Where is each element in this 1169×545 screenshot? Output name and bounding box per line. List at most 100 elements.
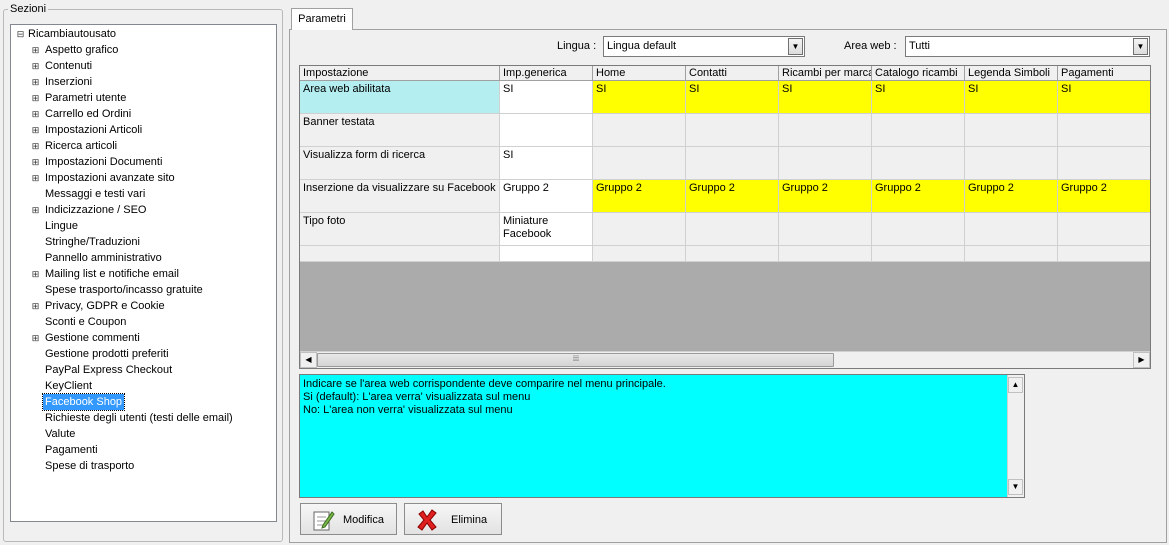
area-web-select[interactable]: Tutti ▼ xyxy=(905,36,1150,57)
table-cell[interactable] xyxy=(686,213,779,246)
tree-item[interactable]: Pannello amministrativo xyxy=(11,250,276,266)
table-cell[interactable] xyxy=(965,147,1058,180)
column-header[interactable]: Imp.generica xyxy=(500,66,593,81)
table-cell[interactable] xyxy=(593,114,686,147)
table-cell[interactable]: Gruppo 2 xyxy=(500,180,593,213)
row-header-cell[interactable]: Tipo foto xyxy=(300,213,500,246)
sections-tree[interactable]: ⊟ Ricambiautousato ⊞ Aspetto grafico ⊞ Cont… xyxy=(10,24,277,522)
table-cell[interactable]: SI xyxy=(779,81,872,114)
scroll-left-icon[interactable]: ◀ xyxy=(300,352,317,368)
elimina-button[interactable]: Elimina xyxy=(404,503,502,535)
table-cell[interactable]: SI xyxy=(500,81,593,114)
tree-item[interactable]: ⊞ Indicizzazione / SEO xyxy=(11,202,276,218)
row-header-cell[interactable]: Visualizza form di ricerca xyxy=(300,147,500,180)
table-cell[interactable] xyxy=(593,147,686,180)
tree-item[interactable]: Pagamenti xyxy=(11,442,276,458)
expand-icon[interactable]: ⊞ xyxy=(31,174,40,183)
tree-item[interactable]: KeyClient xyxy=(11,378,276,394)
tree-item[interactable]: Sconti e Coupon xyxy=(11,314,276,330)
tree-item[interactable]: Spese di trasporto xyxy=(11,458,276,474)
expand-icon[interactable]: ⊞ xyxy=(31,126,40,135)
tree-item[interactable]: Messaggi e testi vari xyxy=(11,186,276,202)
table-cell[interactable] xyxy=(965,114,1058,147)
tree-item[interactable]: Stringhe/Traduzioni xyxy=(11,234,276,250)
tree-item[interactable]: ⊞ Ricerca articoli xyxy=(11,138,276,154)
row-header-cell[interactable]: Area web abilitata xyxy=(300,81,500,114)
scrollbar-thumb[interactable]: ⁞⁞⁞⁞⁞⁞ xyxy=(317,353,834,367)
table-cell[interactable]: SI xyxy=(872,81,965,114)
table-cell[interactable] xyxy=(965,213,1058,246)
tree-item[interactable]: ⊞ Inserzioni xyxy=(11,74,276,90)
expand-icon[interactable]: ⊞ xyxy=(31,78,40,87)
scroll-right-icon[interactable]: ▶ xyxy=(1133,352,1150,368)
expand-icon[interactable]: ⊞ xyxy=(31,62,40,71)
table-cell[interactable]: Miniature Facebook xyxy=(500,213,593,246)
tree-item[interactable]: Facebook Shop xyxy=(11,393,276,411)
tree-item[interactable]: ⊞ Impostazioni avanzate sito xyxy=(11,170,276,186)
tree-item[interactable]: ⊞ Privacy, GDPR e Cookie xyxy=(11,298,276,314)
tree-item[interactable]: Valute xyxy=(11,426,276,442)
table-cell[interactable] xyxy=(500,114,593,147)
tab-parametri[interactable]: Parametri xyxy=(291,8,353,30)
tree-item[interactable]: ⊞ Parametri utente xyxy=(11,90,276,106)
lingua-select[interactable]: Lingua default ▼ xyxy=(603,36,805,57)
table-cell[interactable] xyxy=(1058,147,1150,180)
parameters-grid[interactable]: ◀ ⁞⁞⁞⁞⁞⁞ ▶ Impostazione Imp.generica Home C… xyxy=(299,65,1151,369)
horizontal-scrollbar[interactable]: ◀ ⁞⁞⁞⁞⁞⁞ ▶ xyxy=(300,351,1150,368)
column-header[interactable]: Catalogo ricambi xyxy=(872,66,965,81)
tree-item[interactable]: Gestione prodotti preferiti xyxy=(11,346,276,362)
table-cell[interactable]: Gruppo 2 xyxy=(686,180,779,213)
expand-icon[interactable]: ⊞ xyxy=(31,46,40,55)
expand-icon[interactable]: ⊞ xyxy=(31,110,40,119)
table-cell[interactable] xyxy=(686,147,779,180)
table-cell[interactable] xyxy=(779,213,872,246)
tree-item[interactable]: ⊞ Impostazioni Documenti xyxy=(11,154,276,170)
table-cell[interactable] xyxy=(593,213,686,246)
tree-item[interactable]: ⊞ Carrello ed Ordini xyxy=(11,106,276,122)
scroll-up-icon[interactable]: ▲ xyxy=(1008,377,1023,393)
column-header[interactable]: Contatti xyxy=(686,66,779,81)
expand-icon[interactable]: ⊞ xyxy=(31,142,40,151)
table-cell[interactable]: Gruppo 2 xyxy=(1058,180,1150,213)
tree-item[interactable]: PayPal Express Checkout xyxy=(11,362,276,378)
table-cell[interactable] xyxy=(1058,213,1150,246)
table-cell[interactable] xyxy=(872,246,965,262)
tree-root[interactable]: ⊟ Ricambiautousato xyxy=(11,26,276,42)
table-cell[interactable] xyxy=(779,246,872,262)
expand-icon[interactable]: ⊞ xyxy=(31,334,40,343)
chevron-down-icon[interactable]: ▼ xyxy=(788,38,803,55)
table-cell[interactable] xyxy=(1058,114,1150,147)
table-cell[interactable]: Gruppo 2 xyxy=(872,180,965,213)
collapse-icon[interactable]: ⊟ xyxy=(16,30,25,39)
table-cell[interactable]: Gruppo 2 xyxy=(779,180,872,213)
table-cell[interactable] xyxy=(779,114,872,147)
chevron-down-icon[interactable]: ▼ xyxy=(1133,38,1148,55)
description-box[interactable]: Indicare se l'area web corrispondente de… xyxy=(299,374,1025,498)
expand-icon[interactable]: ⊞ xyxy=(31,158,40,167)
expand-icon[interactable]: ⊞ xyxy=(31,206,40,215)
expand-icon[interactable]: ⊞ xyxy=(31,270,40,279)
vertical-scrollbar[interactable]: ▲ ▼ xyxy=(1007,375,1024,497)
table-cell[interactable] xyxy=(872,147,965,180)
table-cell[interactable]: SI xyxy=(965,81,1058,114)
row-header-cell[interactable] xyxy=(300,246,500,262)
table-cell[interactable]: SI xyxy=(593,81,686,114)
expand-icon[interactable]: ⊞ xyxy=(31,302,40,311)
table-cell[interactable] xyxy=(686,246,779,262)
table-cell[interactable] xyxy=(500,246,593,262)
tree-item[interactable]: Lingue xyxy=(11,218,276,234)
table-cell[interactable]: Gruppo 2 xyxy=(593,180,686,213)
table-cell[interactable] xyxy=(779,147,872,180)
tree-item[interactable]: ⊞ Contenuti xyxy=(11,58,276,74)
row-header-cell[interactable]: Inserzione da visualizzare su Facebook xyxy=(300,180,500,213)
tree-item[interactable]: ⊞ Mailing list e notifiche email xyxy=(11,266,276,282)
table-cell[interactable] xyxy=(686,114,779,147)
column-header[interactable]: Pagamenti xyxy=(1058,66,1150,81)
tree-item[interactable]: Spese trasporto/incasso gratuite xyxy=(11,282,276,298)
tree-item[interactable]: ⊞ Impostazioni Articoli xyxy=(11,122,276,138)
table-cell[interactable] xyxy=(1058,246,1150,262)
table-cell[interactable]: SI xyxy=(500,147,593,180)
column-header[interactable]: Legenda Simboli xyxy=(965,66,1058,81)
tree-item[interactable]: ⊞ Aspetto grafico xyxy=(11,42,276,58)
tree-item[interactable]: Richieste degli utenti (testi delle emai… xyxy=(11,410,276,426)
